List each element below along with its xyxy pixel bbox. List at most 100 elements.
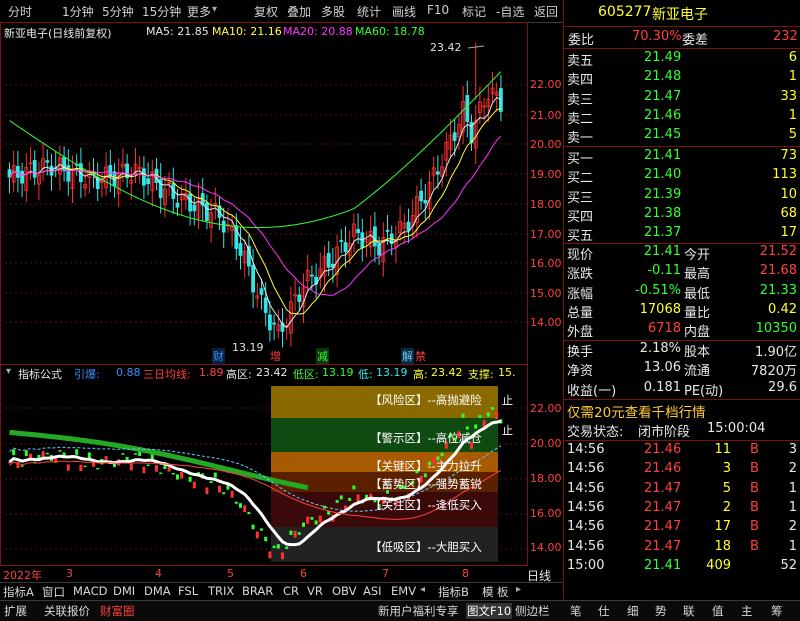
toolbar-biaoji-button[interactable]: 标记 xyxy=(462,3,486,20)
tick-side: B xyxy=(750,442,759,457)
candle-body xyxy=(141,168,146,186)
footer-tab-xi[interactable]: 细 xyxy=(627,603,639,619)
event-marker-jie[interactable]: 解 xyxy=(401,348,414,364)
quote-row: 15:00 21.41 409 52 xyxy=(564,558,800,578)
bid-level-label: 买三 xyxy=(567,190,594,206)
tab-fsl[interactable]: FSL xyxy=(178,584,198,598)
tick-time: 14:56 xyxy=(567,480,605,496)
tab-indicator-b[interactable]: 指标B xyxy=(438,584,469,600)
toolbar-diejia-button[interactable]: 叠加 xyxy=(287,3,311,20)
tab-obv[interactable]: OBV xyxy=(332,584,356,598)
footer-newuser-link[interactable]: 新用户福利专享 xyxy=(378,603,459,619)
chevron-left-icon[interactable]: ◂ xyxy=(420,584,425,595)
tab-asi[interactable]: ASI xyxy=(363,584,382,598)
stat-label: PE(动) xyxy=(684,383,724,399)
stat-label: 量比 xyxy=(684,305,711,321)
toolbar-back-button[interactable]: 返回 xyxy=(534,3,558,20)
ind-candle xyxy=(281,552,284,560)
tick-time: 14:56 xyxy=(567,538,605,554)
candle-body xyxy=(204,202,209,221)
tab-window[interactable]: 窗口 xyxy=(42,584,65,600)
candle-body xyxy=(66,165,71,182)
stock-code: 605277 xyxy=(598,4,652,20)
event-marker-cai[interactable]: 财 xyxy=(212,348,225,364)
tab-template[interactable]: 模 xyxy=(482,584,494,600)
footer-tab-pen[interactable]: 笔 xyxy=(570,603,582,619)
trade-status-time: 15:00:04 xyxy=(707,421,766,436)
toolbar-f10-button[interactable]: F10 xyxy=(427,3,449,17)
ind-candle xyxy=(356,494,360,502)
toolbar-fenshi-button[interactable]: 分时 xyxy=(8,3,32,20)
tab-trix[interactable]: TRIX xyxy=(208,584,234,598)
tick-time: 14:56 xyxy=(567,461,605,477)
tab-board[interactable]: 板 xyxy=(497,584,509,600)
footer-f10-button[interactable]: 图文F10 xyxy=(466,603,513,619)
tab-vr[interactable]: VR xyxy=(307,584,323,598)
ind-candle xyxy=(12,449,16,456)
tick-count: 3 xyxy=(788,442,797,457)
stat-label: 流通 xyxy=(684,364,711,380)
candle-body xyxy=(108,165,113,177)
tick-volume: 5 xyxy=(722,480,731,496)
toolbar-zixuan-button[interactable]: -自选 xyxy=(496,3,524,20)
footer-tab-zhu[interactable]: 主 xyxy=(741,603,753,619)
candle-body xyxy=(45,160,50,163)
toolbar-5min-button[interactable]: 5分钟 xyxy=(102,3,134,20)
footer-tab-shi2[interactable]: 势 xyxy=(655,603,667,619)
indicator-value7: 15. xyxy=(498,366,516,379)
ind-candle xyxy=(96,467,100,470)
tab-dma[interactable]: DMA xyxy=(144,584,171,598)
footer-wealth-circle-button[interactable]: 财富圈 xyxy=(100,603,135,619)
ind-candle xyxy=(348,497,352,501)
quote-row: 涨跌 -0.11 最高 21.68 xyxy=(564,263,800,283)
ind-candle xyxy=(213,472,217,478)
tick-side: B xyxy=(750,519,759,535)
toolbar-huaxian-button[interactable]: 画线 xyxy=(392,3,416,20)
event-marker-jin[interactable]: 禁 xyxy=(415,348,426,364)
promo-link[interactable]: 仅需20元查看千档行情 xyxy=(567,401,706,421)
ind-candle xyxy=(302,522,305,527)
footer-tab-zhi[interactable]: 值 xyxy=(712,603,724,619)
tab-dmi[interactable]: DMI xyxy=(113,584,135,598)
stat-value: 0.42 xyxy=(768,301,797,317)
tab-cr[interactable]: CR xyxy=(283,584,299,598)
ind-candle xyxy=(335,499,339,503)
tab-emv[interactable]: EMV xyxy=(391,584,416,598)
tick-price: 21.46 xyxy=(644,461,682,477)
ask-price: 21.47 xyxy=(644,88,682,104)
indicator-name[interactable]: 指标公式 xyxy=(18,366,62,382)
chevron-right-icon[interactable]: ▸ xyxy=(516,584,521,595)
ind-candle xyxy=(474,424,478,429)
stat-label: 最高 xyxy=(684,267,711,283)
ind-candle xyxy=(41,451,45,458)
stat-label: 外盘 xyxy=(567,325,594,341)
toolbar-15min-button[interactable]: 15分钟 xyxy=(142,3,181,20)
ma60-label: MA60: 18.78 xyxy=(355,25,425,38)
event-marker-jian[interactable]: 减 xyxy=(316,348,329,364)
stat-label: 今开 xyxy=(684,248,711,263)
ask-volume: 33 xyxy=(780,88,797,104)
ind-candle xyxy=(20,465,24,467)
footer-related-quote-button[interactable]: 关联报价 xyxy=(44,603,90,619)
event-marker-zeng[interactable]: 增 xyxy=(270,348,281,364)
zone-focus-label: 【关注区】--逢低买入 xyxy=(370,498,482,512)
footer-sidebar-button[interactable]: 侧边栏 xyxy=(515,603,550,619)
chevron-down-icon[interactable]: ▾ xyxy=(212,4,217,15)
footer-tab-shi[interactable]: 仕 xyxy=(598,603,610,619)
toolbar-duogu-button[interactable]: 多股 xyxy=(321,3,345,20)
footer-tab-chou[interactable]: 筹 xyxy=(771,603,783,619)
ind-candle xyxy=(314,520,318,525)
ind-candle xyxy=(159,472,163,475)
toolbar-tongji-button[interactable]: 统计 xyxy=(357,3,381,20)
tab-indicator-a[interactable]: 指标A xyxy=(3,584,34,600)
tab-brar[interactable]: BRAR xyxy=(242,584,273,598)
toolbar-1min-button[interactable]: 1分钟 xyxy=(62,3,94,20)
tab-macd[interactable]: MACD xyxy=(73,584,107,598)
toolbar-fuquan-button[interactable]: 复权 xyxy=(254,3,278,20)
footer-tab-lian[interactable]: 联 xyxy=(683,603,695,619)
ind-candle xyxy=(310,517,314,520)
indicator-collapse-icon[interactable]: ▾ xyxy=(6,366,11,377)
footer-expand-button[interactable]: 扩展 xyxy=(4,603,27,619)
ind-candle xyxy=(66,464,70,471)
toolbar-more-button[interactable]: 更多 xyxy=(187,3,211,20)
